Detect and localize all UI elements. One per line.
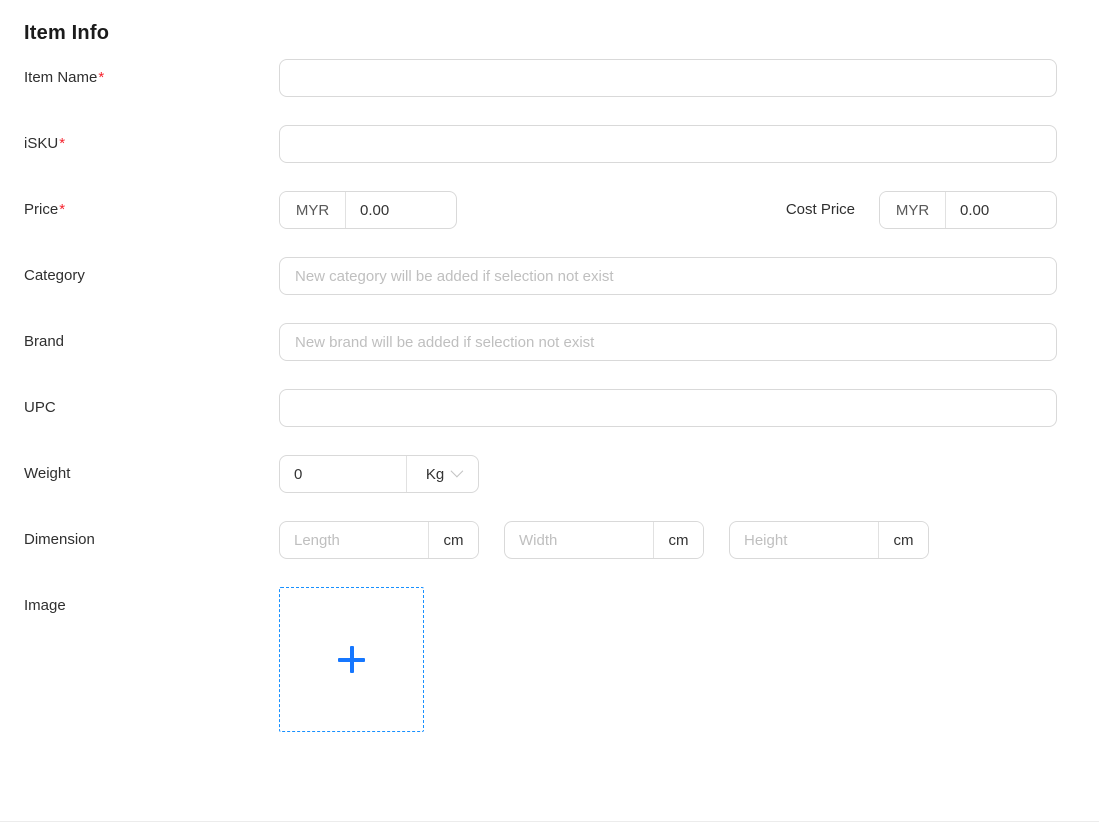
- isku-label: iSKU*: [24, 125, 279, 163]
- dimension-row: Dimension cm cm cm: [24, 521, 1075, 559]
- item-name-row: Item Name*: [24, 59, 1075, 97]
- dimension-height-group: cm: [729, 521, 929, 559]
- brand-label: Brand: [24, 323, 279, 361]
- page-title: Item Info: [24, 20, 1075, 47]
- price-label: Price*: [24, 191, 279, 229]
- category-label: Category: [24, 257, 279, 295]
- cost-price-currency-addon: MYR: [880, 192, 946, 228]
- price-currency-addon: MYR: [280, 192, 346, 228]
- image-row: Image: [24, 587, 1075, 732]
- dimension-width-unit: cm: [653, 522, 703, 558]
- cost-price-input[interactable]: [946, 192, 1056, 228]
- plus-icon: [338, 646, 365, 673]
- dimension-width-group: cm: [504, 521, 704, 559]
- required-asterisk: *: [98, 69, 104, 86]
- price-row: Price* MYR Cost Price MYR: [24, 191, 1075, 229]
- required-asterisk: *: [59, 201, 65, 218]
- weight-unit-select[interactable]: Kg: [406, 456, 479, 492]
- dimension-length-input[interactable]: [280, 522, 428, 558]
- chevron-down-icon: [451, 465, 464, 478]
- upc-row: UPC: [24, 389, 1075, 427]
- upc-label: UPC: [24, 389, 279, 427]
- category-row: Category: [24, 257, 1075, 295]
- price-input-group: MYR: [279, 191, 457, 229]
- price-input[interactable]: [346, 192, 456, 228]
- cost-price-input-group: MYR: [879, 191, 1057, 229]
- isku-row: iSKU*: [24, 125, 1075, 163]
- weight-label: Weight: [24, 455, 279, 493]
- item-name-label: Item Name*: [24, 59, 279, 97]
- dimension-height-unit: cm: [878, 522, 928, 558]
- dimension-height-input[interactable]: [730, 522, 878, 558]
- weight-row: Weight Kg: [24, 455, 1075, 493]
- image-label: Image: [24, 587, 279, 625]
- dimension-length-unit: cm: [428, 522, 478, 558]
- upc-input[interactable]: [279, 389, 1057, 427]
- weight-input-group: Kg: [279, 455, 479, 493]
- dimension-length-group: cm: [279, 521, 479, 559]
- image-upload-box[interactable]: [279, 587, 424, 732]
- dimension-label: Dimension: [24, 521, 279, 559]
- item-name-input[interactable]: [279, 59, 1057, 97]
- brand-input[interactable]: [279, 323, 1057, 361]
- item-info-form: Item Name* iSKU* Price* MYR Cost Price M…: [24, 59, 1075, 732]
- brand-row: Brand: [24, 323, 1075, 361]
- weight-unit-value: Kg: [426, 466, 444, 483]
- category-input[interactable]: [279, 257, 1057, 295]
- dimension-width-input[interactable]: [505, 522, 653, 558]
- isku-input[interactable]: [279, 125, 1057, 163]
- cost-price-label: Cost Price: [786, 191, 855, 229]
- required-asterisk: *: [59, 135, 65, 152]
- weight-input[interactable]: [280, 456, 406, 492]
